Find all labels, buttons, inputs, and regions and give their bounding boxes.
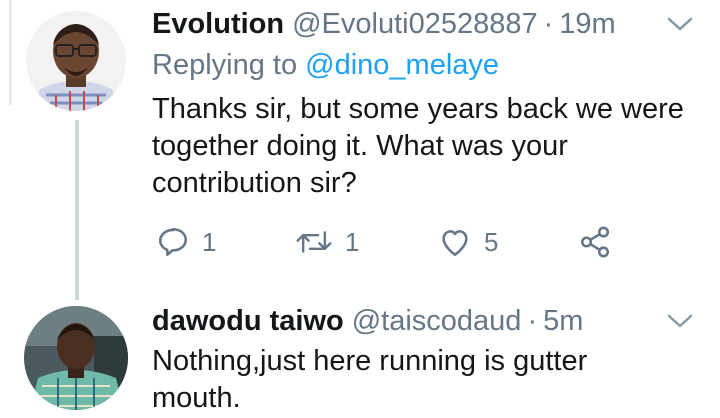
tweet-text: Thanks sir, but some years back we were … [152, 93, 684, 199]
heart-icon [438, 225, 472, 259]
left-edge-divider [0, 0, 12, 105]
avatar[interactable] [26, 11, 126, 111]
mention-link[interactable]: @dino_melaye [305, 49, 499, 81]
user-handle[interactable]: @taiscodaud [352, 303, 522, 339]
share-icon [578, 225, 612, 259]
tweet-header: dawodu taiwo @taiscodaud · 5m [152, 303, 720, 339]
separator-dot: · [527, 305, 538, 337]
reply-button[interactable]: 1 [156, 225, 216, 259]
reply-icon [156, 225, 190, 259]
retweet-count: 1 [345, 226, 360, 257]
chevron-down-icon[interactable] [666, 14, 694, 34]
reply-count: 1 [202, 226, 217, 257]
timestamp[interactable]: 5m [543, 303, 583, 339]
tweet: dawodu taiwo @taiscodaud · 5m Nothing,ju… [152, 303, 720, 417]
like-button[interactable]: 5 [438, 225, 498, 259]
share-button[interactable] [578, 225, 612, 259]
avatar[interactable] [24, 306, 128, 410]
display-name[interactable]: dawodu taiwo [152, 303, 344, 339]
replying-to: Replying to @dino_melaye [152, 45, 720, 85]
display-name[interactable]: Evolution [152, 6, 284, 42]
replying-prefix: Replying to [152, 49, 298, 81]
timestamp[interactable]: 19m [559, 6, 615, 42]
user-handle[interactable]: @Evoluti02528887 [292, 6, 538, 42]
tweet-text: Nothing,just here running is gutter mout… [152, 345, 588, 414]
thread-connector-line [75, 120, 79, 300]
separator-dot: · [543, 8, 554, 40]
tweet-actions: 1 1 5 [152, 225, 632, 265]
retweet-button[interactable]: 1 [295, 225, 359, 259]
like-count: 5 [484, 226, 499, 257]
tweet: Evolution @Evoluti02528887 · 19m Replyin… [152, 6, 720, 202]
chevron-down-icon[interactable] [666, 311, 694, 331]
retweet-icon [295, 225, 333, 259]
tweet-header: Evolution @Evoluti02528887 · 19m [152, 6, 720, 42]
